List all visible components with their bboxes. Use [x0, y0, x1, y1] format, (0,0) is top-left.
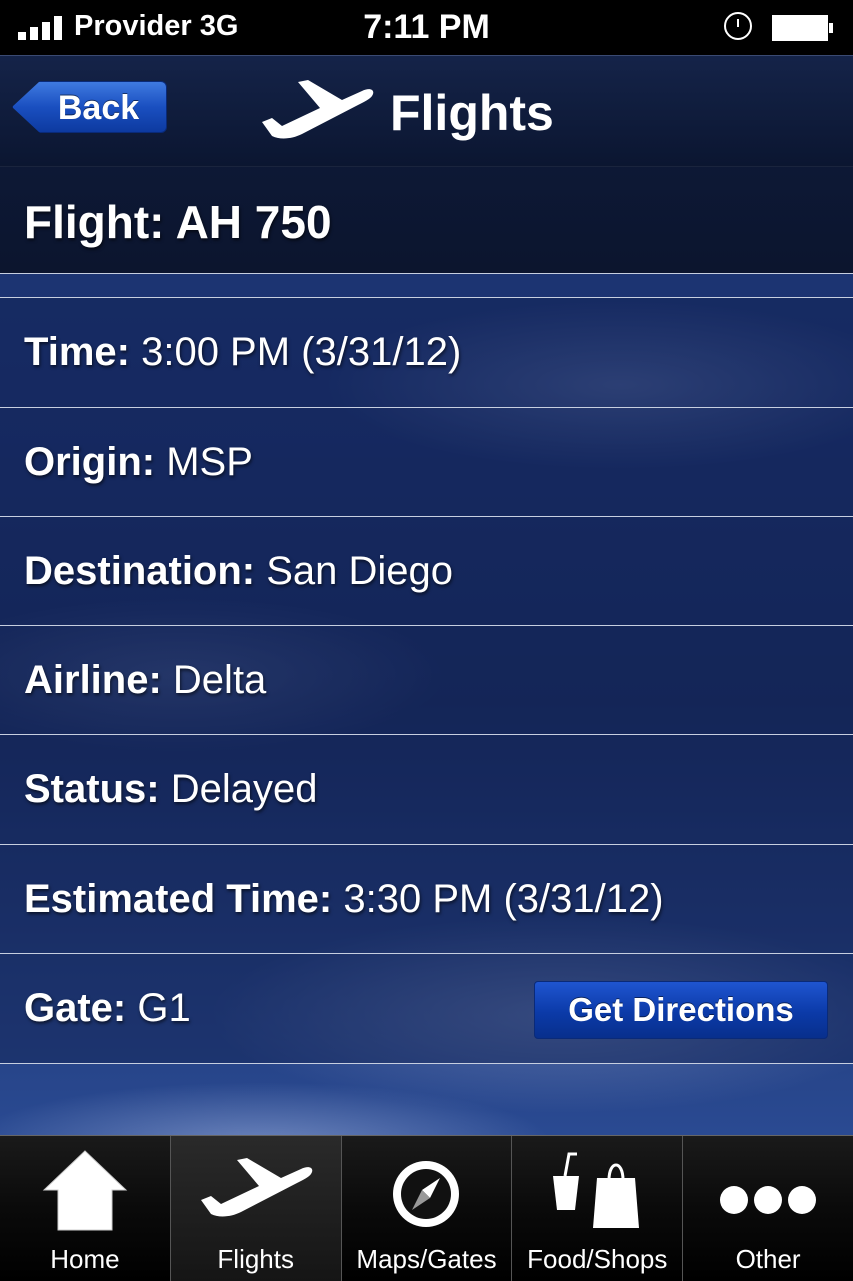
battery-icon	[772, 15, 833, 41]
more-icon	[720, 1186, 817, 1214]
home-icon	[42, 1150, 128, 1231]
gate-label: Gate:	[24, 986, 127, 1030]
tab-maps-gates[interactable]: Maps/Gates	[342, 1136, 513, 1281]
detail-row-time: Time: 3:00 PM (3/31/12)	[0, 297, 853, 407]
tab-bar: Home Flights Maps/Gates Food/Shops Other	[0, 1135, 853, 1281]
detail-row-airline: Airline: Delta	[0, 625, 853, 735]
tab-flights-label: Flights	[217, 1244, 294, 1274]
tab-other[interactable]: Other	[683, 1136, 853, 1281]
flight-header: Flight: AH 750	[0, 165, 853, 274]
flight-number: Flight: AH 750	[24, 196, 332, 248]
detail-row-destination: Destination: San Diego	[0, 516, 853, 626]
airplane-icon	[262, 80, 374, 139]
alarm-clock-icon	[724, 12, 752, 40]
time-label: Time:	[24, 330, 130, 374]
tab-home-label: Home	[50, 1244, 120, 1274]
detail-row-gate: Gate: G1 Get Directions	[0, 953, 853, 1064]
detail-row-status: Status: Delayed	[0, 734, 853, 844]
page-title: Flights	[390, 85, 554, 141]
tab-flights[interactable]: Flights	[170, 1136, 342, 1281]
food-shopping-icon	[553, 1152, 640, 1228]
destination-label: Destination:	[24, 549, 256, 593]
get-directions-button[interactable]: Get Directions	[534, 981, 828, 1039]
tab-food-shops[interactable]: Food/Shops	[512, 1136, 684, 1281]
airline-label: Airline:	[24, 658, 162, 702]
back-button[interactable]: Back	[12, 81, 167, 133]
detail-row-estimated-time: Estimated Time: 3:30 PM (3/31/12)	[0, 844, 853, 954]
compass-icon	[393, 1161, 460, 1227]
navigation-bar: Back Flights	[0, 55, 853, 167]
origin-value: MSP	[166, 440, 253, 484]
status-label: Status:	[24, 767, 160, 811]
airplane-icon	[200, 1158, 312, 1217]
time-value: 3:00 PM (3/31/12)	[141, 330, 462, 374]
destination-value: San Diego	[266, 549, 454, 593]
estimated-time-label: Estimated Time:	[24, 877, 333, 921]
tab-other-label: Other	[735, 1244, 801, 1274]
tab-food-shops-label: Food/Shops	[527, 1244, 668, 1274]
status-value: Delayed	[170, 767, 318, 811]
estimated-time-value: 3:30 PM (3/31/12)	[343, 877, 664, 921]
detail-row-origin: Origin: MSP	[0, 407, 853, 517]
airline-value: Delta	[172, 658, 267, 702]
gate-value: G1	[137, 986, 191, 1030]
origin-label: Origin:	[24, 440, 156, 484]
status-bar: Provider 3G 7:11 PM	[0, 0, 853, 55]
tab-home[interactable]: Home	[0, 1136, 171, 1281]
tab-maps-gates-label: Maps/Gates	[356, 1244, 497, 1274]
